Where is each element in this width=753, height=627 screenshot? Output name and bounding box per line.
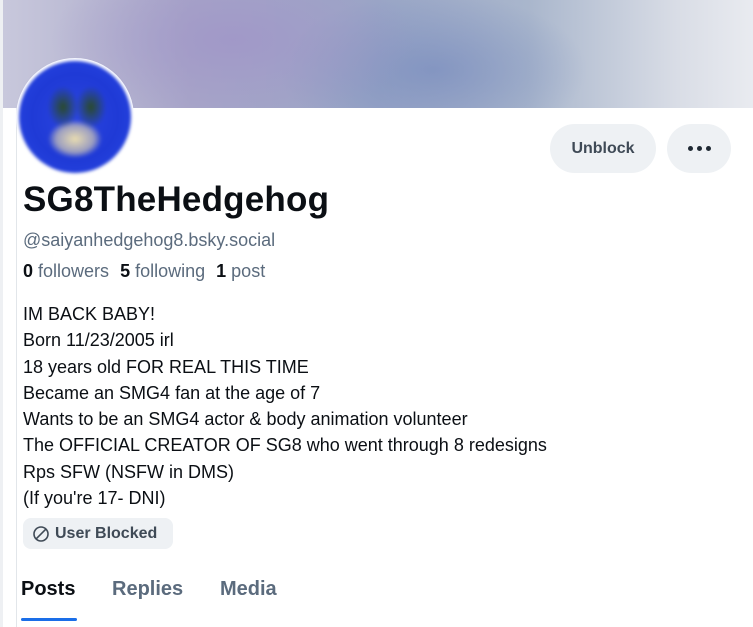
following-count: 5 <box>120 261 131 281</box>
blocked-label: User Blocked <box>55 524 158 542</box>
bio-line: IM BACK BABY! <box>23 304 156 324</box>
bio-line: 18 years old FOR REAL THIS TIME <box>23 356 309 377</box>
unblock-button[interactable]: Unblock <box>550 124 656 173</box>
more-options-button[interactable] <box>667 124 731 173</box>
tab-posts[interactable]: Posts <box>21 578 75 601</box>
bio-line: (If you're 17- DNI) <box>23 488 166 509</box>
posts-stat: 1 post <box>216 261 265 282</box>
following-label: following <box>135 261 206 281</box>
bio-line: Born 11/23/2005 irl <box>23 330 174 351</box>
followers-label: followers <box>38 261 110 281</box>
profile-tabs: Posts Replies Media <box>16 574 753 627</box>
followers-count: 0 <box>23 261 34 281</box>
avatar-image <box>19 61 131 173</box>
bio-line: Became an SMG4 fan at the age of 7 <box>23 382 321 403</box>
profile-bio: IM BACK BABY! Born 11/23/2005 irl 18 yea… <box>23 301 547 511</box>
profile-stats: 0 followers 5 following 1 post <box>23 261 276 282</box>
avatar[interactable] <box>16 58 134 176</box>
profile-page: Unblock SG8TheHedgehog @saiyanhedgehog8.… <box>0 0 753 627</box>
following-link[interactable]: 5 following <box>120 261 205 282</box>
display-name: SG8TheHedgehog <box>23 180 330 219</box>
posts-label: post <box>231 261 266 281</box>
bio-line: Rps SFW (NSFW in DMS) <box>23 461 234 482</box>
posts-count: 1 <box>216 261 227 281</box>
bio-line: Wants to be an SMG4 actor & body animati… <box>23 409 468 430</box>
active-tab-indicator <box>21 618 77 621</box>
followers-link[interactable]: 0 followers <box>23 261 109 282</box>
tab-media[interactable]: Media <box>220 578 277 601</box>
tab-replies[interactable]: Replies <box>112 578 183 601</box>
profile-handle: @saiyanhedgehog8.bsky.social <box>23 230 276 250</box>
user-blocked-badge: User Blocked <box>23 518 173 549</box>
ellipsis-icon <box>687 146 693 151</box>
bio-line: The OFFICIAL CREATOR OF SG8 who went thr… <box>23 435 547 456</box>
blocked-icon <box>33 525 49 542</box>
